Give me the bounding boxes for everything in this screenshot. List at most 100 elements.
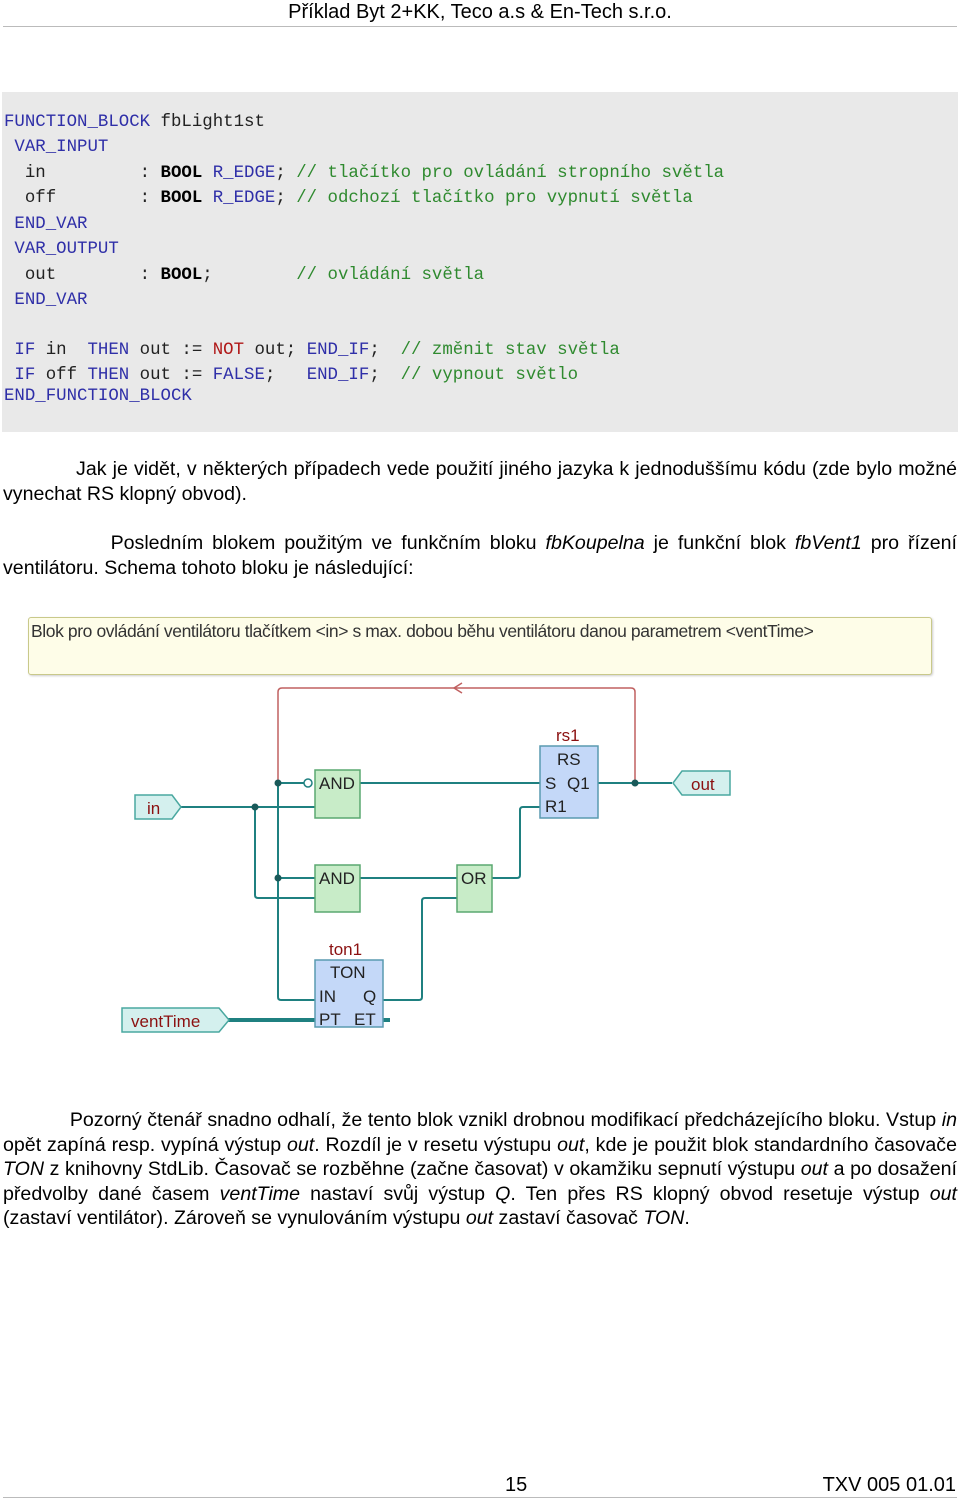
function-block-diagram: in ventTime out AND AND OR rs1 RS S Q1 R… [121, 682, 731, 1033]
code-token: END_FUNCTION_BLOCK [4, 387, 192, 406]
code-token: ; [275, 164, 297, 183]
output-out-label: out [691, 775, 715, 794]
code-line: off : BOOL R_EDGE; // odchozí tlačítko p… [4, 189, 693, 209]
ton-type: TON [330, 963, 366, 982]
code-token: in : [4, 164, 161, 183]
paragraph-fbvent: Posledním blokem použitým ve funkčním bl… [3, 531, 957, 580]
code-line: END_FUNCTION_BLOCK [4, 387, 192, 407]
code-token: IF [4, 341, 36, 360]
footer-divider [3, 1497, 957, 1498]
emphasis: in [941, 1109, 957, 1131]
code-token: BOOL [160, 189, 203, 208]
or-gate-label: OR [461, 869, 487, 888]
code-token: FUNCTION_BLOCK [4, 113, 151, 132]
code-token: out : [4, 266, 161, 285]
text-run: Posledním blokem použitým ve funkčním bl… [3, 532, 546, 554]
code-token: END_IF [306, 366, 370, 385]
ton-pin-et: ET [354, 1010, 376, 1029]
and-gate-2-label: AND [319, 869, 355, 888]
ton-pin-in: IN [319, 987, 336, 1006]
input-in-label: in [147, 799, 160, 818]
code-line: in : BOOL R_EDGE; // tlačítko pro ovládá… [4, 164, 724, 184]
code-token: ; [275, 189, 297, 208]
code-token: ; [369, 341, 401, 360]
diagram-comment: Blok pro ovládání ventilátoru tlačítkem … [28, 617, 932, 675]
code-line: FUNCTION_BLOCK fbLight1st [4, 113, 265, 133]
emphasis: TON [3, 1158, 45, 1181]
code-token: THEN [87, 366, 130, 385]
code-token: FALSE [212, 366, 265, 385]
code-token: END_VAR [4, 215, 88, 234]
code-line: VAR_INPUT [4, 138, 108, 158]
code-token: // ovládání světla [296, 266, 485, 285]
emphasis: TON [643, 1207, 685, 1230]
code-token: VAR_INPUT [4, 138, 109, 157]
wire-in-branch [254, 807, 315, 899]
emphasis: fbKoupelna [545, 532, 645, 554]
code-token: THEN [87, 341, 130, 360]
code-token: BOOL [160, 164, 203, 183]
code-token: VAR_OUTPUT [4, 240, 119, 259]
emphasis: out [557, 1133, 585, 1156]
wire-out-vert [277, 783, 315, 1001]
code-token: // změnit stav světla [400, 341, 620, 360]
code-token: IF [4, 366, 36, 385]
and-gate-1-label: AND [319, 774, 355, 793]
emphasis: fbVent1 [794, 532, 862, 554]
diagram-comment-text: Blok pro ovládání ventilátoru tlačítkem … [31, 621, 814, 641]
code-token: fbLight1st [150, 113, 265, 132]
page-header: Příklad Byt 2+KK, Teco a.s & En-Tech s.r… [288, 1, 672, 23]
code-listing: FUNCTION_BLOCK fbLight1st VAR_INPUT in :… [2, 92, 958, 432]
code-token: ; [264, 366, 307, 385]
emphasis: out [286, 1133, 315, 1156]
code-token: // vypnout světlo [400, 366, 579, 385]
code-token: off [35, 366, 88, 385]
code-token: in [35, 341, 88, 360]
code-line: out : BOOL; // ovládání světla [4, 266, 484, 286]
rs-pin-q1: Q1 [567, 774, 590, 793]
text-run: z knihovny StdLib. Časovač se rozběhne (… [44, 1158, 801, 1181]
rs-pin-s: S [545, 774, 556, 793]
ton-pin-q: Q [363, 987, 376, 1006]
rs-pin-r1: R1 [545, 797, 567, 816]
wire-ton-or [383, 897, 457, 1001]
rs-type: RS [557, 750, 581, 769]
emphasis: ventTime [219, 1182, 301, 1205]
code-token: ; [369, 366, 401, 385]
code-line: VAR_OUTPUT [4, 240, 119, 260]
rs-instance-label: rs1 [556, 726, 580, 745]
text-run: , kde je použit blok standardního časova… [584, 1133, 960, 1156]
emphasis: Q [495, 1182, 511, 1205]
header-divider [3, 26, 957, 27]
text-run: . Ten přes RS klopný obvod resetuje výst… [510, 1182, 930, 1205]
code-token: out := [129, 341, 213, 360]
document-id: TXV 005 01.01 [822, 1474, 956, 1496]
code-token: off : [4, 189, 161, 208]
code-line: IF off THEN out := FALSE; END_IF; // vyp… [4, 366, 578, 386]
paragraph-intro: Jak je vidět, v některých případech vede… [3, 457, 957, 506]
code-token: // odchozí tlačítko pro vypnutí světla [296, 189, 693, 208]
paragraph-explanation: Pozorný čtenář snadno odhalí, že tento b… [3, 1108, 957, 1231]
negation-circle [303, 778, 313, 788]
code-token: NOT [212, 341, 245, 360]
code-token: out; [244, 341, 307, 360]
ton-pin-pt: PT [319, 1010, 341, 1029]
text-run: zastaví časovač [493, 1207, 644, 1230]
code-line: IF in THEN out := NOT out; END_IF; // zm… [4, 341, 620, 361]
code-token: R_EDGE [202, 164, 276, 183]
code-token: END_VAR [4, 291, 88, 310]
code-token: R_EDGE [202, 189, 276, 208]
code-token: ; [202, 266, 297, 285]
wire-or-r1 [492, 806, 540, 879]
text-run: nastaví svůj výstup [300, 1182, 496, 1205]
text-run: . Rozdíl je v resetu výstupu [314, 1133, 558, 1156]
text-run: . [684, 1207, 690, 1230]
input-venttime-label: ventTime [131, 1012, 200, 1031]
code-token: // tlačítko pro ovládání stropního světl… [296, 164, 725, 183]
page-number: 15 [505, 1474, 528, 1496]
emphasis: out [465, 1207, 494, 1230]
text-run: Jak je vidět, v některých případech vede… [3, 458, 958, 505]
emphasis: out [929, 1182, 957, 1205]
text-run: Pozorný čtenář snadno odhalí, že tento b… [3, 1109, 942, 1131]
code-token: END_IF [306, 341, 370, 360]
